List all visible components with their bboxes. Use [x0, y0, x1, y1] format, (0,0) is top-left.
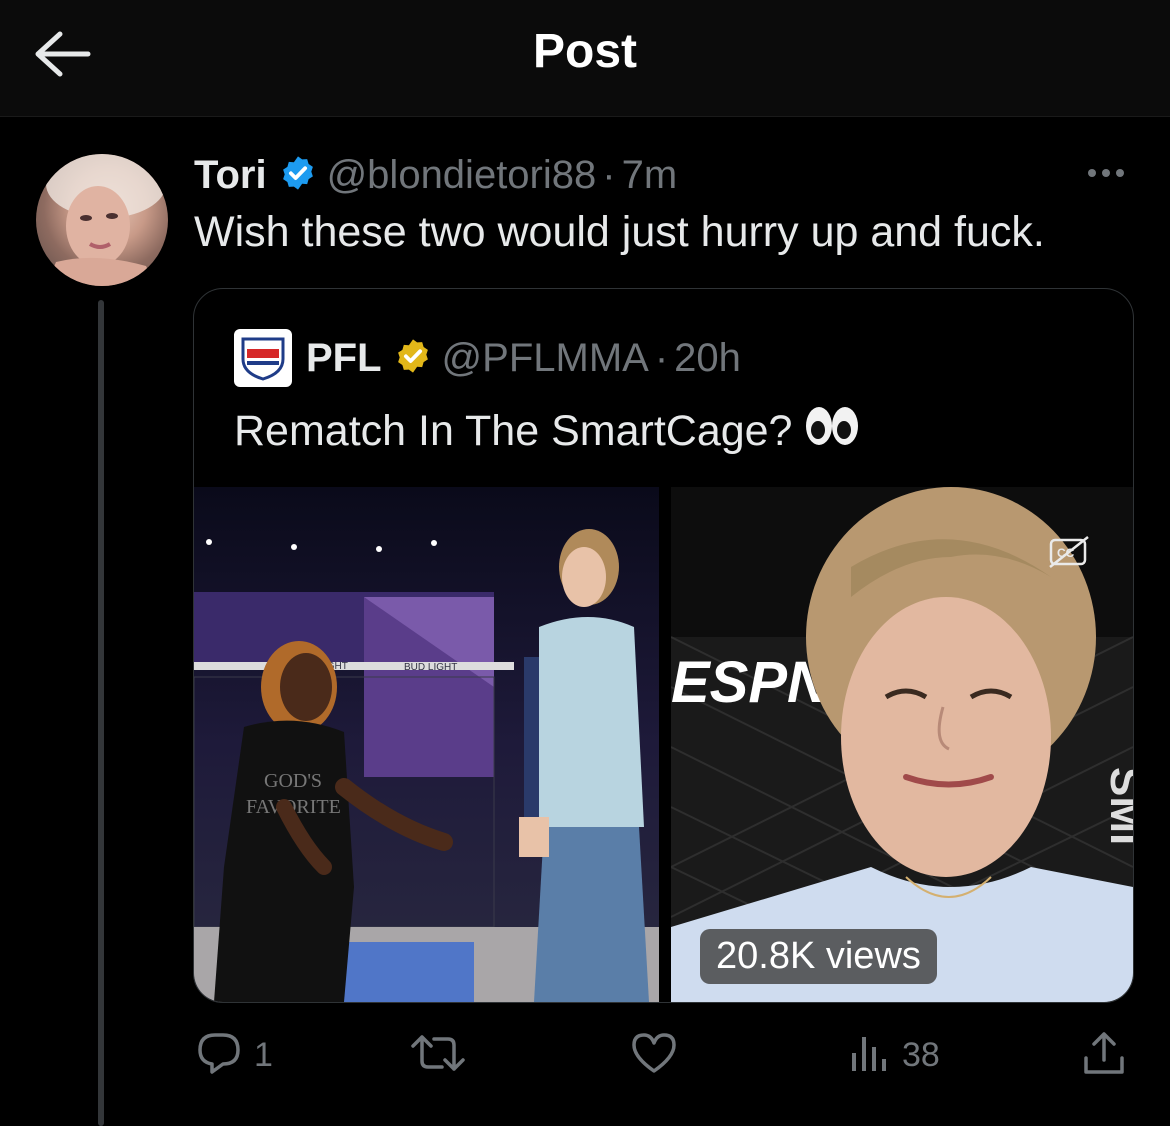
media-photo-left[interactable]: IGHT BUD LIGHT GOD'S FAVORITE — [194, 487, 659, 1002]
shirt-text-top: GOD'S — [264, 770, 322, 792]
share-button[interactable] — [1082, 1028, 1126, 1082]
page-title: Post — [532, 25, 637, 78]
side-banner-text: SMI — [1101, 767, 1133, 845]
retweet-button[interactable] — [410, 1028, 478, 1082]
espn-banner-text: ESPN — [671, 650, 830, 715]
views-icon — [850, 1031, 890, 1080]
quote-time[interactable]: 20h — [674, 336, 741, 381]
author-name[interactable]: Tori — [194, 153, 267, 198]
video-views-badge: 20.8K views — [700, 929, 937, 984]
reply-icon — [196, 1031, 242, 1080]
separator-dot: · — [602, 152, 616, 197]
reply-count: 1 — [254, 1035, 273, 1074]
quote-author-name[interactable]: PFL — [306, 336, 382, 381]
tweet-header: Tori @blondietori88 · 7m — [194, 150, 677, 200]
like-button[interactable] — [630, 1028, 690, 1082]
thread-line — [98, 300, 104, 1126]
verified-badge-icon — [279, 154, 317, 197]
captions-icon[interactable]: CC — [1048, 535, 1090, 569]
share-icon — [1082, 1030, 1126, 1081]
quote-text: Rematch In The SmartCage? — [234, 407, 793, 455]
like-icon — [630, 1031, 678, 1080]
tweet-time[interactable]: 7m — [622, 153, 678, 198]
quoted-tweet-card[interactable]: PFL @PFLMMA · 20h Rematch In The SmartCa… — [193, 288, 1134, 1003]
author-handle[interactable]: @blondietori88 — [327, 153, 597, 198]
cage-sign-right: BUD LIGHT — [404, 662, 457, 673]
more-icon[interactable] — [1082, 158, 1130, 188]
quote-text-row: Rematch In The SmartCage? — [234, 405, 860, 458]
eyes-emoji-icon — [804, 405, 860, 458]
quote-separator-dot: · — [654, 335, 669, 380]
gold-verified-badge-icon — [394, 337, 432, 380]
avatar[interactable] — [36, 154, 168, 286]
retweet-icon — [410, 1031, 466, 1080]
top-bar: Post — [0, 0, 1170, 117]
views-count: 38 — [902, 1035, 940, 1074]
reply-button[interactable]: 1 — [196, 1028, 273, 1082]
views-button[interactable]: 38 — [850, 1028, 940, 1082]
quote-author-handle[interactable]: @PFLMMA — [442, 336, 649, 381]
quote-header: PFL @PFLMMA · 20h — [306, 331, 741, 385]
pfl-logo[interactable] — [234, 329, 292, 387]
tweet-text: Wish these two would just hurry up and f… — [194, 208, 1045, 256]
